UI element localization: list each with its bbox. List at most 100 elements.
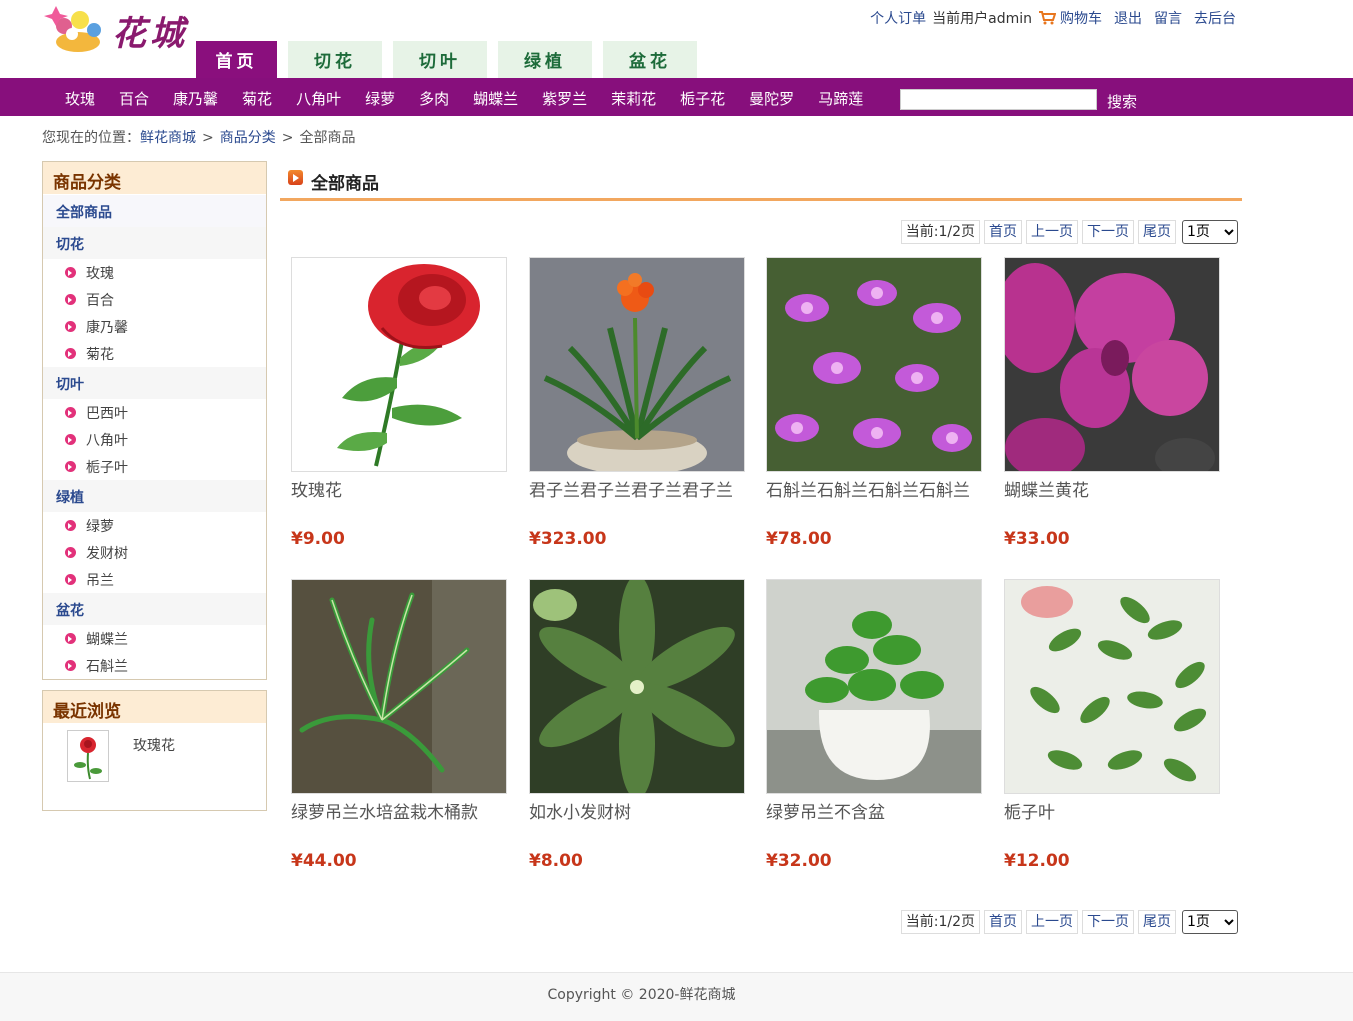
product-card[interactable]: 石斛兰石斛兰石斛兰石斛兰 ¥78.00: [766, 257, 986, 549]
prev-page-link[interactable]: 上一页: [1026, 910, 1078, 934]
next-page-link[interactable]: 下一页: [1082, 220, 1134, 244]
sidebar-all-products[interactable]: 全部商品: [43, 195, 266, 227]
product-image[interactable]: [1004, 579, 1220, 794]
category-bar: 玫瑰 百合 康乃馨 菊花 八角叶 绿萝 多肉 蝴蝶兰 紫罗兰 茉莉花 栀子花 曼…: [0, 78, 1353, 116]
tab-green-plants[interactable]: 绿植: [498, 41, 592, 78]
product-card[interactable]: 绿萝吊兰不含盆 ¥32.00: [766, 579, 986, 871]
product-name[interactable]: 石斛兰石斛兰石斛兰石斛兰: [766, 476, 981, 501]
product-card[interactable]: 栀子叶 ¥12.00: [1004, 579, 1224, 871]
category-link[interactable]: 康乃馨: [173, 88, 218, 109]
sidebar-group-cut-flowers[interactable]: 切花: [43, 227, 266, 259]
bullet-arrow-icon: [65, 660, 76, 671]
category-link[interactable]: 茉莉花: [611, 88, 656, 109]
red-rose-image: [74, 737, 102, 780]
sidebar-item[interactable]: 石斛兰: [43, 652, 266, 679]
copyright-text: Copyright © 2020-鲜花商城: [547, 987, 736, 1003]
sidebar-item-label: 发财树: [86, 545, 128, 562]
product-card[interactable]: 如水小发财树 ¥8.00: [529, 579, 749, 871]
logo-text: 花城: [112, 14, 188, 54]
first-page-link[interactable]: 首页: [984, 910, 1022, 934]
product-name[interactable]: 君子兰君子兰君子兰君子兰: [529, 476, 744, 501]
product-image[interactable]: [529, 257, 745, 472]
sidebar-item-label: 八角叶: [86, 432, 128, 449]
breadcrumb: 您现在的位置：鲜花商城 > 商品分类 > 全部商品: [42, 127, 355, 147]
sidebar-group-potted-flowers[interactable]: 盆花: [43, 593, 266, 625]
product-image[interactable]: [529, 579, 745, 794]
sidebar-item[interactable]: 八角叶: [43, 426, 266, 453]
last-page-link[interactable]: 尾页: [1138, 910, 1176, 934]
sidebar-item[interactable]: 巴西叶: [43, 399, 266, 426]
category-link[interactable]: 菊花: [242, 88, 272, 109]
product-price: ¥32.00: [766, 851, 832, 871]
pagination-bottom: 当前:1/2页 首页 上一页 下一页 尾页 1页: [897, 910, 1238, 934]
sidebar-item[interactable]: 蝴蝶兰: [43, 625, 266, 652]
bullet-arrow-icon: [65, 321, 76, 332]
category-link[interactable]: 八角叶: [296, 88, 341, 109]
product-name[interactable]: 蝴蝶兰黄花: [1004, 476, 1219, 501]
product-name[interactable]: 绿萝吊兰不含盆: [766, 798, 981, 823]
search-button[interactable]: 搜索: [1107, 91, 1137, 112]
page-select[interactable]: 1页: [1182, 910, 1238, 934]
cart-link[interactable]: 购物车: [1060, 8, 1102, 28]
prev-page-link[interactable]: 上一页: [1026, 220, 1078, 244]
page-select[interactable]: 1页: [1182, 220, 1238, 244]
sidebar-item[interactable]: 玫瑰: [43, 259, 266, 286]
breadcrumb-home-link[interactable]: 鲜花商城: [140, 130, 196, 146]
money-tree-leaves-image: [530, 580, 744, 793]
next-page-link[interactable]: 下一页: [1082, 910, 1134, 934]
product-name[interactable]: 玫瑰花: [291, 476, 506, 501]
last-page-link[interactable]: 尾页: [1138, 220, 1176, 244]
sidebar-item-label: 蝴蝶兰: [86, 631, 128, 648]
category-link[interactable]: 曼陀罗: [749, 88, 794, 109]
product-image[interactable]: [766, 579, 982, 794]
category-link[interactable]: 百合: [119, 88, 149, 109]
shopping-cart-icon[interactable]: [1038, 11, 1056, 25]
search-input[interactable]: [900, 89, 1097, 110]
first-page-link[interactable]: 首页: [984, 220, 1022, 244]
sidebar-item[interactable]: 发财树: [43, 539, 266, 566]
breadcrumb-category-link[interactable]: 商品分类: [220, 130, 276, 146]
sidebar-group-cut-leaves[interactable]: 切叶: [43, 367, 266, 399]
product-card[interactable]: 绿萝吊兰水培盆栽木桶款 ¥44.00: [291, 579, 511, 871]
product-image[interactable]: [766, 257, 982, 472]
sidebar-item[interactable]: 吊兰: [43, 566, 266, 593]
bullet-arrow-icon: [65, 461, 76, 472]
sidebar-item[interactable]: 百合: [43, 286, 266, 313]
category-link[interactable]: 蝴蝶兰: [473, 88, 518, 109]
sidebar-group-green-plants[interactable]: 绿植: [43, 480, 266, 512]
product-name[interactable]: 绿萝吊兰水培盆栽木桶款: [291, 798, 506, 823]
product-image[interactable]: [291, 257, 507, 472]
main-nav-tabs: 首页 切花 切叶 绿植 盆花: [196, 41, 708, 78]
sidebar-item-label: 百合: [86, 292, 114, 309]
category-link[interactable]: 马蹄莲: [818, 88, 863, 109]
tab-home[interactable]: 首页: [196, 41, 277, 78]
admin-link[interactable]: 去后台: [1194, 8, 1236, 28]
sidebar-item[interactable]: 康乃馨: [43, 313, 266, 340]
sidebar-item[interactable]: 绿萝: [43, 512, 266, 539]
category-link[interactable]: 紫罗兰: [542, 88, 587, 109]
orders-link[interactable]: 个人订单: [870, 8, 926, 28]
breadcrumb-separator: >: [281, 130, 294, 146]
product-card[interactable]: 君子兰君子兰君子兰君子兰 ¥323.00: [529, 257, 749, 549]
tab-cut-leaves[interactable]: 切叶: [393, 41, 487, 78]
site-logo[interactable]: 花城: [42, 4, 192, 56]
sidebar-item[interactable]: 栀子叶: [43, 453, 266, 480]
recent-item-thumbnail[interactable]: [67, 730, 109, 782]
product-image[interactable]: [1004, 257, 1220, 472]
message-link[interactable]: 留言: [1154, 8, 1182, 28]
product-name[interactable]: 栀子叶: [1004, 798, 1219, 823]
sidebar-item-label: 康乃馨: [86, 319, 128, 336]
tab-cut-flowers[interactable]: 切花: [288, 41, 382, 78]
logout-link[interactable]: 退出: [1114, 8, 1142, 28]
sidebar-item[interactable]: 菊花: [43, 340, 266, 367]
category-link[interactable]: 绿萝: [365, 88, 395, 109]
recent-item-name[interactable]: 玫瑰花: [133, 735, 175, 755]
product-image[interactable]: [291, 579, 507, 794]
product-card[interactable]: 蝴蝶兰黄花 ¥33.00: [1004, 257, 1224, 549]
category-link[interactable]: 玫瑰: [65, 88, 95, 109]
product-name[interactable]: 如水小发财树: [529, 798, 744, 823]
tab-potted-flowers[interactable]: 盆花: [603, 41, 697, 78]
product-card[interactable]: 玫瑰花 ¥9.00: [291, 257, 511, 549]
category-link[interactable]: 栀子花: [680, 88, 725, 109]
category-link[interactable]: 多肉: [419, 88, 449, 109]
